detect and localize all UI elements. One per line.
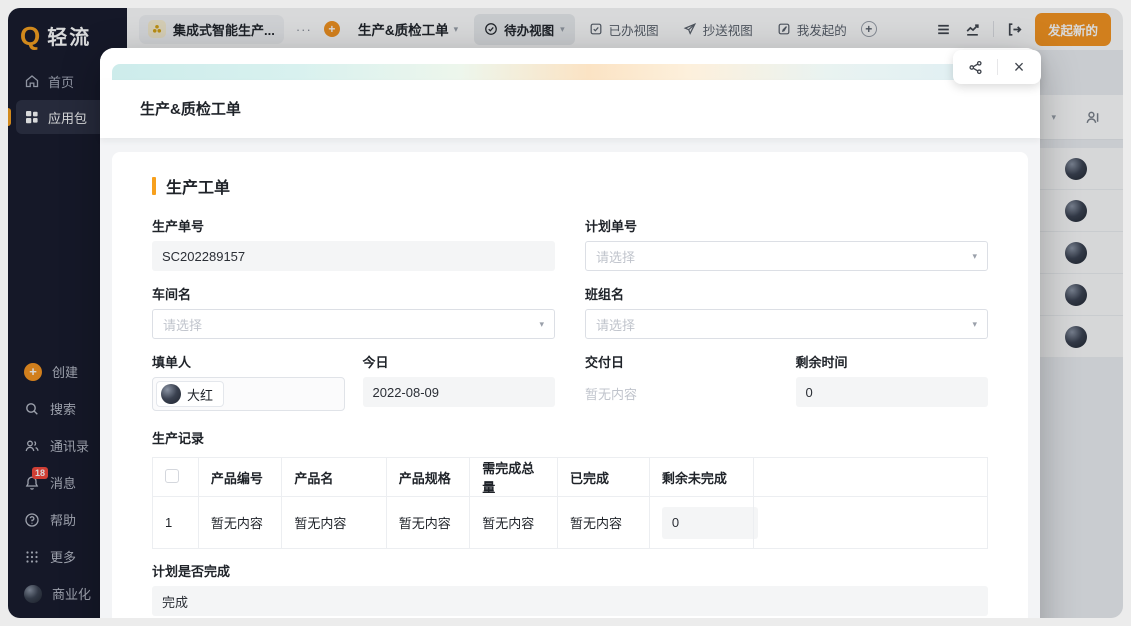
table-row: 1 暂无内容 暂无内容 暂无内容 暂无内容 暂无内容 0 [153, 497, 988, 549]
field-label: 今日 [363, 352, 556, 371]
field-label: 交付日 [585, 352, 778, 371]
field-order-no: 生产单号 SC202289157 [152, 216, 555, 271]
order-no-input[interactable]: SC202289157 [152, 241, 555, 271]
delivery-date-value: 暂无内容 [585, 377, 778, 403]
select-placeholder: 请选择 [596, 315, 635, 334]
cell-total-required: 暂无内容 [470, 497, 558, 549]
close-icon: × [1014, 58, 1025, 76]
cell-product-code: 暂无内容 [198, 497, 282, 549]
share-button[interactable] [954, 50, 997, 84]
section-title: 生产工单 [166, 174, 230, 198]
modal-top [100, 48, 1040, 80]
field-plan-done: 计划是否完成 完成 [152, 561, 988, 616]
field-label: 计划单号 [585, 216, 988, 235]
select-column-header [153, 458, 199, 497]
records-title: 生产记录 [152, 428, 988, 447]
table-header-row: 产品编号 产品名 产品规格 需完成总量 已完成 剩余未完成 [153, 458, 988, 497]
cell-actions [754, 497, 988, 549]
plan-done-input[interactable]: 完成 [152, 586, 988, 616]
select-placeholder: 请选择 [163, 315, 202, 334]
row-index: 1 [153, 497, 199, 549]
modal-action-pill: × [953, 50, 1041, 84]
section-header: 生产工单 [152, 174, 988, 198]
field-label: 填单人 [152, 352, 345, 371]
chevron-down-icon: ▾ [972, 320, 977, 329]
field-label: 计划是否完成 [152, 561, 988, 580]
chevron-down-icon: ▾ [539, 320, 544, 329]
member-chip[interactable]: 大红 [156, 381, 224, 407]
app-window: Q 轻流 首页 应用包 + 创建 [8, 8, 1123, 618]
member-name: 大红 [187, 385, 213, 404]
share-icon [968, 60, 983, 75]
remaining-input[interactable]: 0 [662, 507, 758, 539]
field-workshop: 车间名 请选择 ▾ [152, 284, 555, 339]
field-label: 剩余时间 [796, 352, 989, 371]
field-label: 生产单号 [152, 216, 555, 235]
work-order-modal: 生产&质检工单 生产工单 生产单号 SC202289157 计划单号 请选择 [100, 48, 1040, 618]
column-header: 产品规格 [386, 458, 470, 497]
field-filler: 填单人 大红 [152, 352, 345, 411]
today-date-input[interactable]: 2022-08-09 [363, 377, 556, 407]
cell-completed: 暂无内容 [557, 497, 649, 549]
cell-product-name: 暂无内容 [282, 497, 386, 549]
column-header: 剩余未完成 [649, 458, 753, 497]
field-label: 车间名 [152, 284, 555, 303]
field-time-left: 剩余时间 0 [796, 352, 989, 411]
column-header: 已完成 [557, 458, 649, 497]
plan-no-select[interactable]: 请选择 ▾ [585, 241, 988, 271]
select-all-checkbox[interactable] [165, 469, 179, 483]
actions-column-header [754, 458, 988, 497]
close-button[interactable]: × [998, 50, 1041, 84]
form-card: 生产工单 生产单号 SC202289157 计划单号 请选择 ▾ [112, 152, 1028, 618]
field-today: 今日 2022-08-09 [363, 352, 556, 411]
cell-product-spec: 暂无内容 [386, 497, 470, 549]
cell-remaining: 0 [649, 497, 753, 549]
avatar [161, 384, 181, 404]
records-table: 产品编号 产品名 产品规格 需完成总量 已完成 剩余未完成 1 暂无内容 [152, 457, 988, 549]
field-plan-no: 计划单号 请选择 ▾ [585, 216, 988, 271]
modal-title: 生产&质检工单 [100, 80, 1040, 138]
select-placeholder: 请选择 [596, 247, 635, 266]
column-header: 产品名 [282, 458, 386, 497]
field-delivery-date: 交付日 暂无内容 [585, 352, 778, 411]
team-select[interactable]: 请选择 ▾ [585, 309, 988, 339]
column-header: 需完成总量 [470, 458, 558, 497]
time-left-input[interactable]: 0 [796, 377, 989, 407]
column-header: 产品编号 [198, 458, 282, 497]
section-accent-bar [152, 177, 156, 195]
field-team: 班组名 请选择 ▾ [585, 284, 988, 339]
filler-member-input[interactable]: 大红 [152, 377, 345, 411]
modal-body: 生产工单 生产单号 SC202289157 计划单号 请选择 ▾ [100, 138, 1040, 618]
field-label: 班组名 [585, 284, 988, 303]
modal-banner [112, 64, 1028, 80]
workshop-select[interactable]: 请选择 ▾ [152, 309, 555, 339]
chevron-down-icon: ▾ [972, 252, 977, 261]
